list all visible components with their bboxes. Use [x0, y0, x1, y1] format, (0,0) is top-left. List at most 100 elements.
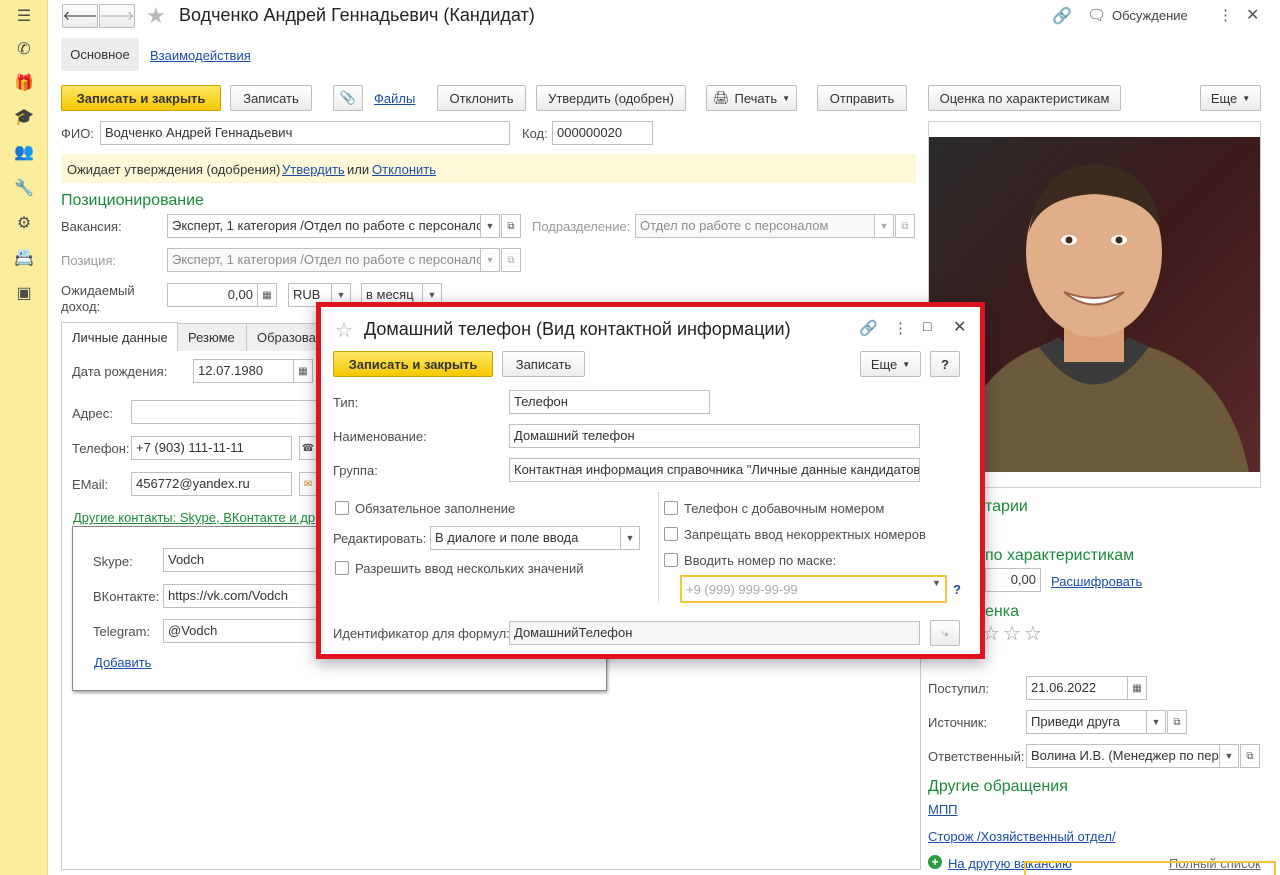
- save-button[interactable]: Записать: [230, 85, 312, 111]
- decode-link[interactable]: Расшифровать: [1051, 574, 1142, 589]
- assess-button[interactable]: Оценка по характеристикам: [928, 85, 1121, 111]
- link-icon[interactable]: 🔗: [859, 319, 878, 337]
- source-open[interactable]: ⧉: [1167, 710, 1187, 734]
- name-label: Наименование:: [333, 429, 427, 444]
- app-icon[interactable]: ▣: [12, 281, 36, 305]
- more-vertical-icon[interactable]: ⋮: [1218, 6, 1233, 24]
- more-vertical-icon[interactable]: ⋮: [893, 319, 908, 337]
- name-input[interactable]: Домашний телефон: [509, 424, 920, 448]
- tab-resume[interactable]: Резюме: [177, 323, 247, 351]
- position-input[interactable]: Эксперт, 1 категория /Отдел по работе с …: [167, 248, 481, 272]
- tab-main[interactable]: Основное: [61, 38, 139, 71]
- required-checkbox[interactable]: [335, 501, 349, 515]
- phone-action-button[interactable]: ☎: [299, 436, 317, 460]
- notice-reject-link[interactable]: Отклонить: [372, 162, 436, 177]
- close-icon[interactable]: ✕: [953, 317, 966, 337]
- users-icon[interactable]: 👥: [12, 140, 36, 164]
- assessment-value[interactable]: 0,00: [985, 568, 1041, 592]
- graduation-icon[interactable]: 🎓: [12, 105, 36, 129]
- rating-stars[interactable]: ☆☆☆: [982, 621, 1045, 646]
- dialog-more-button[interactable]: Еще ▼: [860, 351, 921, 377]
- dialog-save-close-button[interactable]: Записать и закрыть: [333, 351, 493, 377]
- gift-icon[interactable]: 🎁: [12, 71, 36, 95]
- mpp-link[interactable]: МПП: [928, 802, 958, 817]
- gear-icon[interactable]: ⚙: [12, 211, 36, 235]
- add-contact-link[interactable]: Добавить: [94, 655, 151, 670]
- open-icon: ⧉: [1173, 716, 1181, 728]
- add-circle-icon[interactable]: +: [928, 855, 942, 869]
- code-input[interactable]: 000000020: [552, 121, 653, 145]
- forward-button[interactable]: 🡒: [99, 4, 135, 28]
- fio-input[interactable]: Водченко Андрей Геннадьевич: [100, 121, 510, 145]
- dialog-save-button[interactable]: Записать: [502, 351, 585, 377]
- files-link[interactable]: Файлы: [374, 91, 415, 106]
- group-input[interactable]: Контактная информация справочника "Личны…: [509, 458, 920, 482]
- source-dropdown[interactable]: ▼: [1146, 710, 1166, 734]
- mask-input[interactable]: +9 (999) 999-99-99: [680, 575, 947, 603]
- favorite-star-icon[interactable]: ★: [146, 3, 166, 29]
- income-input[interactable]: 0,00: [167, 283, 258, 307]
- phone-icon[interactable]: ✆: [12, 37, 36, 61]
- favorite-star-icon[interactable]: ☆: [335, 318, 353, 343]
- approve-button[interactable]: Утвердить (одобрен): [536, 85, 686, 111]
- tab-personal[interactable]: Личные данные: [61, 322, 178, 351]
- mask-help-link[interactable]: ?: [953, 582, 961, 597]
- notice-approve-link[interactable]: Утвердить: [282, 162, 345, 177]
- formula-refresh-button[interactable]: ⤷: [930, 620, 960, 646]
- subdivision-dropdown[interactable]: ▼: [874, 214, 894, 238]
- vacancy-dropdown[interactable]: ▼: [480, 214, 500, 238]
- help-button[interactable]: ?: [930, 351, 960, 377]
- forbid-checkbox[interactable]: [664, 527, 678, 541]
- menu-icon[interactable]: ☰: [12, 4, 36, 28]
- mask-checkbox[interactable]: [664, 553, 678, 567]
- responsible-input[interactable]: Волина И.В. (Менеджер по пер: [1026, 744, 1220, 768]
- received-input[interactable]: 21.06.2022: [1026, 676, 1128, 700]
- phone-input[interactable]: +7 (903) 111-11-11: [131, 436, 292, 460]
- responsible-dropdown[interactable]: ▼: [1219, 744, 1239, 768]
- email-action-button[interactable]: ✉: [299, 472, 317, 496]
- multiple-checkbox[interactable]: [335, 561, 349, 575]
- formula-input[interactable]: ДомашнийТелефон: [509, 621, 920, 645]
- source-input[interactable]: Приведи друга: [1026, 710, 1147, 734]
- star-icon[interactable]: ☆: [1003, 623, 1024, 645]
- birth-calendar-button[interactable]: ▦: [293, 359, 313, 383]
- received-calendar[interactable]: ▦: [1127, 676, 1147, 700]
- guard-link[interactable]: Сторож /Хозяйственный отдел/: [928, 829, 1116, 844]
- print-button[interactable]: 🖨 Печать ▼: [706, 85, 797, 111]
- birth-input[interactable]: 12.07.1980: [193, 359, 294, 383]
- discussion-icon[interactable]: 🗨: [1087, 6, 1106, 24]
- address-input[interactable]: [131, 400, 331, 424]
- subdivision-input[interactable]: Отдел по работе с персоналом: [635, 214, 875, 238]
- tab-interactions[interactable]: Взаимодействия: [150, 48, 251, 63]
- card-icon[interactable]: 📇: [12, 246, 36, 270]
- other-contacts-link[interactable]: Другие контакты: Skype, ВКонтакте и др: [73, 510, 315, 525]
- contact-type-dialog: ☆ Домашний телефон (Вид контактной инфор…: [316, 302, 985, 659]
- more-button[interactable]: Еще ▼: [1200, 85, 1261, 111]
- vacancy-input[interactable]: Эксперт, 1 категория /Отдел по работе с …: [167, 214, 481, 238]
- email-input[interactable]: 456772@yandex.ru: [131, 472, 292, 496]
- position-open[interactable]: ⧉: [501, 248, 521, 272]
- star-icon[interactable]: ☆: [982, 623, 1003, 645]
- send-button[interactable]: Отправить: [817, 85, 907, 111]
- position-dropdown[interactable]: ▼: [480, 248, 500, 272]
- ext-phone-checkbox[interactable]: [664, 501, 678, 515]
- wrench-icon[interactable]: 🔧: [12, 176, 36, 200]
- responsible-open[interactable]: ⧉: [1240, 744, 1260, 768]
- close-icon[interactable]: ✕: [1246, 5, 1259, 25]
- edit-dropdown[interactable]: ▼: [620, 526, 640, 550]
- back-button[interactable]: 🡐: [62, 4, 98, 28]
- vacancy-open[interactable]: ⧉: [501, 214, 521, 238]
- maximize-icon[interactable]: □: [923, 318, 931, 334]
- attach-button[interactable]: 📎: [333, 85, 363, 111]
- reject-button[interactable]: Отклонить: [437, 85, 526, 111]
- link-icon[interactable]: 🔗: [1052, 6, 1072, 26]
- subdivision-open[interactable]: ⧉: [895, 214, 915, 238]
- save-close-button[interactable]: Записать и закрыть: [61, 85, 221, 111]
- type-input[interactable]: Телефон: [509, 390, 710, 414]
- star-icon[interactable]: ☆: [1024, 623, 1045, 645]
- tab-education[interactable]: Образова: [246, 323, 326, 351]
- edit-select[interactable]: В диалоге и поле ввода: [430, 526, 621, 550]
- calculator-button[interactable]: ▦: [257, 283, 277, 307]
- discussion-button[interactable]: Обсуждение: [1112, 8, 1188, 23]
- chevron-down-icon[interactable]: ▼: [932, 578, 941, 588]
